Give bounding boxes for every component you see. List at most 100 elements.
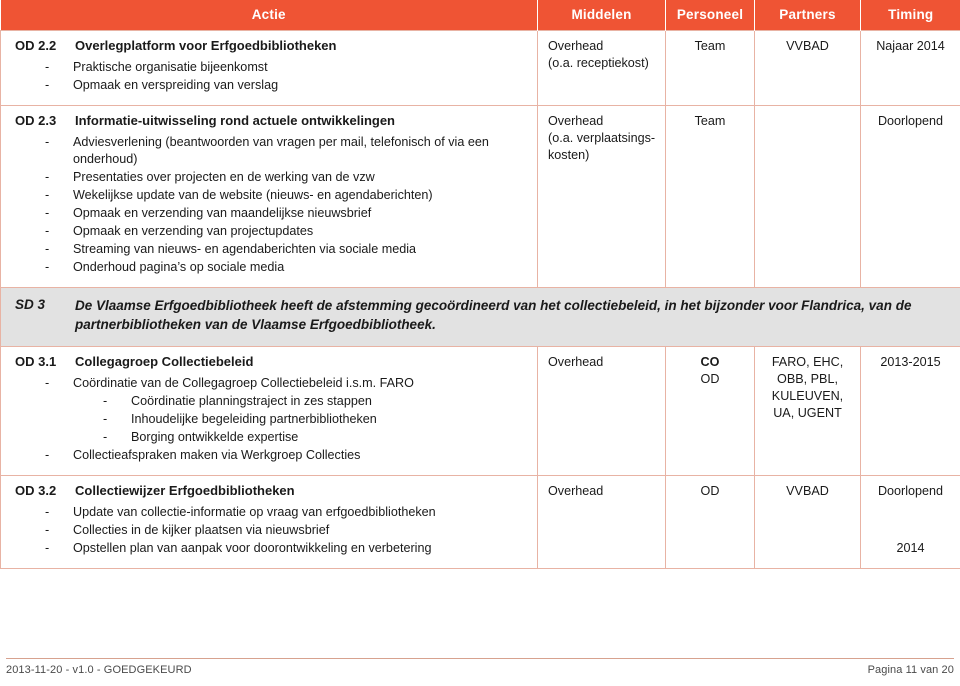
- footer-page-number: Pagina 11 van 20: [867, 664, 954, 676]
- list-item: - Inhoudelijke begeleiding partnerbibliot…: [103, 411, 529, 428]
- document-page: Actie Middelen Personeel Partners Timing…: [0, 0, 960, 686]
- list-item-label: Coördinatie planningstraject in zes stap…: [131, 393, 372, 408]
- timing-text: Doorlopend: [877, 114, 944, 128]
- list-item-label: Opstellen plan van aanpak voor doorontwi…: [73, 540, 432, 555]
- objective-heading: OD 3.1 Collegagroep Collectiebeleid: [15, 354, 529, 369]
- list-item-label: Wekelijkse update van de website (nieuws…: [73, 188, 433, 202]
- list-item-label: Coördinatie van de Collegagroep Collecti…: [73, 375, 414, 390]
- timing-line-1: Doorlopend: [877, 483, 944, 498]
- column-header-partners: Partners: [754, 0, 861, 31]
- cell-actie: OD 3.1 Collegagroep Collectiebeleid - Co…: [0, 345, 538, 476]
- dash-bullet-icon: -: [103, 429, 108, 444]
- middelen-line-2: (o.a. receptiekost): [548, 56, 649, 70]
- dash-bullet-icon: -: [45, 242, 50, 256]
- strategic-objective-line: SD 3 De Vlaamse Erfgoedbibliotheek heeft…: [15, 297, 950, 335]
- middelen-text: Overhead (o.a. verplaatsings-kosten): [548, 113, 657, 164]
- cell-partners: VVBAD: [754, 30, 861, 106]
- list-item: - Wekelijkse update van de website (nieuw…: [45, 187, 529, 204]
- middelen-line-1: Overhead: [548, 114, 604, 128]
- footer-divider: [6, 658, 954, 659]
- middelen-text: Overhead: [548, 354, 604, 369]
- dash-bullet-icon: -: [45, 60, 50, 74]
- objective-code: OD 3.2: [15, 482, 57, 498]
- column-header-actie: Actie: [0, 0, 538, 31]
- personeel-line-1: CO: [700, 354, 720, 369]
- dash-bullet-icon: -: [45, 224, 50, 238]
- cell-middelen: Overhead (o.a. receptiekost): [537, 30, 666, 106]
- middelen-text: Overhead: [548, 483, 604, 498]
- list-item: - Coördinatie van de Collegagroep Collec…: [45, 375, 529, 446]
- table-header: Actie Middelen Personeel Partners Timing: [0, 0, 960, 31]
- objective-heading: OD 2.3 Informatie-uitwisseling rond actu…: [15, 113, 529, 128]
- timing-text: 2013-2015: [880, 354, 941, 369]
- strategic-objective-text: De Vlaamse Erfgoedbibliotheek heeft de a…: [75, 298, 912, 332]
- list-item: - Opmaak en verzending van maandelijkse n…: [45, 205, 529, 222]
- cell-timing: 2013-2015: [860, 345, 960, 476]
- table-body: OD 2.2 Overlegplatform voor Erfgoedbibli…: [0, 30, 960, 569]
- cell-actie: OD 2.2 Overlegplatform voor Erfgoedbibli…: [0, 30, 538, 106]
- action-bullet-list: - Adviesverlening (beantwoorden van vrage…: [15, 134, 529, 276]
- column-header-middelen: Middelen: [537, 0, 666, 31]
- list-item: - Borging ontwikkelde expertise: [103, 429, 529, 446]
- middelen-line-1: Overhead: [548, 39, 604, 53]
- cell-partners: FARO, EHC, OBB, PBL, KULEUVEN, UA, UGENT: [754, 345, 861, 476]
- dash-bullet-icon: -: [45, 522, 50, 537]
- cell-actie: OD 2.3 Informatie-uitwisseling rond actu…: [0, 105, 538, 288]
- list-item: - Collectieafspraken maken via Werkgroep …: [45, 447, 529, 464]
- cell-personeel: Team: [665, 105, 755, 288]
- objective-code: OD 2.2: [15, 38, 57, 53]
- list-item-label: Opmaak en verzending van maandelijkse ni…: [73, 206, 372, 220]
- list-item-label: Inhoudelijke begeleiding partnerbiblioth…: [131, 411, 377, 426]
- personeel-line-2: OD: [700, 371, 720, 386]
- objective-title: Collectiewijzer Erfgoedbibliotheken: [75, 482, 295, 498]
- list-item-label: Streaming van nieuws- en agendaberichten…: [73, 242, 417, 256]
- cell-middelen: Overhead: [537, 345, 666, 476]
- list-item-label: Update van collectie-informatie op vraag…: [73, 504, 436, 519]
- list-item: - Onderhoud pagina’s op sociale media: [45, 259, 529, 276]
- objective-heading: OD 3.2 Collectiewijzer Erfgoedbibliothek…: [15, 483, 529, 498]
- list-item: - Collecties in de kijker plaatsen via ni…: [45, 522, 529, 539]
- timing-line-2: 2014: [896, 540, 925, 555]
- personeel-text: CO OD: [674, 354, 746, 388]
- dash-bullet-icon: -: [103, 411, 108, 426]
- objective-code: OD 2.3: [15, 113, 57, 128]
- list-item-label: Praktische organisatie bijeenkomst: [73, 60, 268, 74]
- table-row: OD 3.1 Collegagroep Collectiebeleid - Co…: [0, 345, 960, 476]
- list-item: - Opmaak en verzending van projectupdates: [45, 223, 529, 240]
- dash-bullet-icon: -: [45, 540, 50, 555]
- dash-bullet-icon: -: [45, 375, 50, 390]
- cell-personeel: OD: [665, 474, 755, 569]
- cell-actie: OD 3.2 Collectiewijzer Erfgoedbibliothek…: [0, 474, 538, 569]
- objective-code: OD 3.1: [15, 353, 57, 369]
- list-item-label: Adviesverlening (beantwoorden van vragen…: [73, 135, 489, 166]
- list-item: - Streaming van nieuws- en agendaberichte…: [45, 241, 529, 258]
- cell-strategic-objective: SD 3 De Vlaamse Erfgoedbibliotheek heeft…: [0, 287, 960, 347]
- dash-bullet-icon: -: [45, 260, 50, 274]
- cell-personeel: Team: [665, 30, 755, 106]
- table-row: OD 2.2 Overlegplatform voor Erfgoedbibli…: [0, 30, 960, 106]
- action-bullet-list: - Praktische organisatie bijeenkomst - Opm…: [15, 59, 529, 94]
- list-item-label: Collecties in de kijker plaatsen via nie…: [73, 522, 330, 537]
- cell-middelen: Overhead: [537, 474, 666, 569]
- cell-partners: [754, 105, 861, 288]
- partners-text: VVBAD: [786, 483, 829, 498]
- objective-title: Collegagroep Collectiebeleid: [75, 353, 254, 369]
- dash-bullet-icon: -: [45, 206, 50, 220]
- dash-bullet-icon: -: [45, 504, 50, 519]
- table-header-row: Actie Middelen Personeel Partners Timing: [0, 0, 960, 31]
- action-bullet-list: - Coördinatie van de Collegagroep Collec…: [15, 375, 529, 464]
- list-item-label: Borging ontwikkelde expertise: [131, 429, 299, 444]
- list-item: - Coördinatie planningstraject in zes sta…: [103, 393, 529, 410]
- action-sub-bullet-list: - Coördinatie planningstraject in zes sta…: [73, 393, 529, 446]
- strategic-objective-row: SD 3 De Vlaamse Erfgoedbibliotheek heeft…: [0, 287, 960, 347]
- objective-heading: OD 2.2 Overlegplatform voor Erfgoedbibli…: [15, 38, 529, 53]
- list-item-label: Opmaak en verzending van projectupdates: [73, 224, 314, 238]
- personeel-text: Team: [694, 114, 726, 128]
- objective-title: Informatie-uitwisseling rond actuele ont…: [75, 113, 395, 128]
- dash-bullet-icon: -: [45, 135, 50, 149]
- dash-bullet-icon: -: [45, 188, 50, 202]
- dash-bullet-icon: -: [45, 170, 50, 184]
- list-item: - Opmaak en verspreiding van verslag: [45, 77, 529, 94]
- timing-text: Najaar 2014: [876, 39, 945, 53]
- list-item: - Opstellen plan van aanpak voor doorontw…: [45, 540, 529, 557]
